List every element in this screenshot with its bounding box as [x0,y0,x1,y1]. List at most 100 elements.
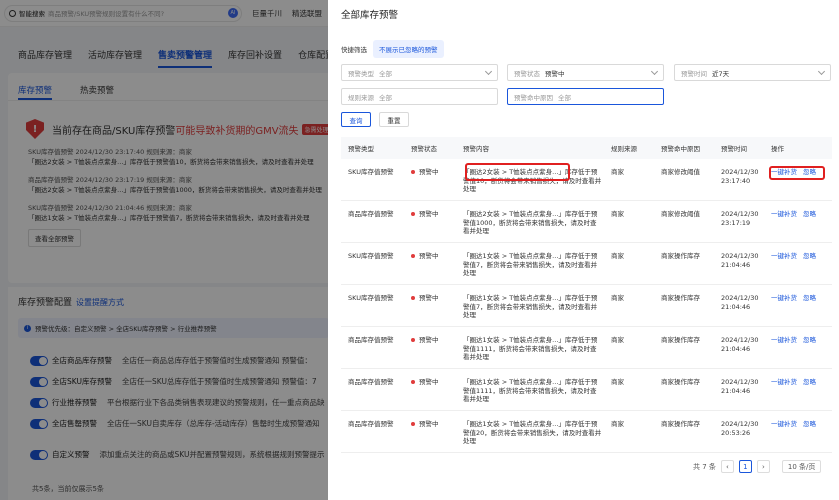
table-row: 商品库存值预警 预警中 「圈达1女装 > T恤装点点紫身...」库存低于预警值1… [341,327,832,369]
field-label: 预警类型 [348,69,374,78]
pager-total: 共 7 条 [693,462,716,471]
cell-content: 「圈达1女装 > T恤装点点紫身...」库存低于预警值1111，断货将会带来销售… [463,336,598,361]
cell-type: SKU库存值预警 [348,252,394,260]
cell-status: 预警中 [411,159,463,200]
all-warnings-drawer: 全部库存预警 快捷筛选 不展示已忽略的预警 预警类型 全部 预警状态 预警中 预… [328,0,839,500]
ignore-link[interactable]: 忽略 [803,378,816,386]
cell-source: 商家 [611,210,624,218]
modal-overlay[interactable] [0,0,328,500]
restock-link[interactable]: 一键补货 [771,210,797,218]
status-text: 预警中 [419,168,439,176]
field-value: 预警中 [545,69,565,78]
cell-reason: 商家操作库存 [661,252,700,260]
field-value: 全部 [379,93,392,102]
cell-reason: 商家修改阈值 [661,168,700,176]
ignore-link[interactable]: 忽略 [803,336,816,344]
pagination: 共 7 条 ‹ 1 › 10 条/页 [693,460,822,473]
status-dot [411,296,415,300]
restock-link[interactable]: 一键补货 [771,294,797,302]
status-text: 预警中 [419,252,439,260]
ignore-link[interactable]: 忽略 [803,420,816,428]
reset-button[interactable]: 重置 [379,112,409,127]
cell-reason: 商家操作库存 [661,420,700,428]
page-size-select[interactable]: 10 条/页 [781,460,822,473]
cell-actions: 一键补货 忽略 [771,369,832,410]
cell-source: 商家 [611,378,624,386]
cell-reason: 商家操作库存 [661,336,700,344]
col-header-content: 预警内容 [463,145,489,153]
status-text: 预警中 [419,336,439,344]
cell-type: SKU库存值预警 [348,294,394,302]
table-row: SKU库存值预警 预警中 「圈达2女装 > T恤装点点紫身...」库存低于预警值… [341,159,832,201]
cell-content: 「圈达1女装 > T恤装点点紫身...」库存低于预警值7，断货将会带来销售损失，… [463,252,598,277]
quick-filter-label: 快捷筛选 [341,46,367,54]
cell-actions: 一键补货 忽略 [771,201,832,242]
hide-ignored-chip[interactable]: 不展示已忽略的预警 [373,40,444,58]
rule-source-select[interactable]: 规则来源 全部 [341,88,498,105]
table-row: SKU库存值预警 预警中 「圈达1女装 > T恤装点点紫身...」库存低于预警值… [341,243,832,285]
status-dot [411,338,415,342]
cell-time: 2024/12/30 21:04:46 [721,252,759,269]
cell-status: 预警中 [411,327,463,368]
status-text: 预警中 [419,378,439,386]
cell-content: 「圈达2女装 > T恤装点点紫身...」库存低于预警值1000，断货将会带来销售… [463,210,598,235]
quick-filter: 快捷筛选 不展示已忽略的预警 [341,40,444,58]
warnings-table: 预警类型 预警状态 预警内容 规则来源 预警命中原因 预警时间 操作 SKU库存… [341,137,832,453]
restock-link[interactable]: 一键补货 [771,378,797,386]
cell-reason: 商家修改阈值 [661,210,700,218]
status-dot [411,212,415,216]
field-label: 规则来源 [348,93,374,102]
current-page-button[interactable]: 1 [738,460,752,473]
ignore-link[interactable]: 忽略 [803,294,816,302]
cell-time: 2024/12/30 20:53:26 [721,420,759,437]
field-label: 预警命中原因 [514,93,553,102]
cell-source: 商家 [611,168,624,176]
col-header-status: 预警状态 [411,145,437,153]
cell-time: 2024/12/30 23:17:19 [721,210,759,227]
warning-time-select[interactable]: 预警时间 近7天 [674,64,831,81]
cell-type: 商品库存值预警 [348,378,394,386]
cell-reason: 商家操作库存 [661,294,700,302]
cell-status: 预警中 [411,369,463,410]
cell-type: SKU库存值预警 [348,168,394,176]
cell-actions: 一键补货 忽略 [771,285,832,326]
table-row: 商品库存值预警 预警中 「圈达1女装 > T恤装点点紫身...」库存低于预警值1… [341,369,832,411]
col-header-reason: 预警命中原因 [661,145,700,153]
highlight-box-actions [769,166,825,180]
table-row: SKU库存值预警 预警中 「圈达1女装 > T恤装点点紫身...」库存低于预警值… [341,285,832,327]
field-value: 全部 [379,69,392,78]
col-header-type: 预警类型 [348,145,374,153]
warning-type-select[interactable]: 预警类型 全部 [341,64,498,81]
hit-reason-select[interactable]: 预警命中原因 全部 [507,88,664,105]
status-dot [411,422,415,426]
cell-type: 商品库存值预警 [348,420,394,428]
status-text: 预警中 [419,210,439,218]
col-header-source: 规则来源 [611,145,637,153]
restock-link[interactable]: 一键补货 [771,336,797,344]
field-value: 全部 [558,93,571,102]
cell-content: 「圈达1女装 > T恤装点点紫身...」库存低于预警值20，断货将会带来销售损失… [463,420,602,445]
chevron-down-icon [484,67,493,75]
cell-actions: 一键补货 忽略 [771,327,832,368]
status-text: 预警中 [419,294,439,302]
table-header: 预警类型 预警状态 预警内容 规则来源 预警命中原因 预警时间 操作 [341,137,832,159]
cell-time: 2024/12/30 21:04:46 [721,294,759,311]
table-row: 商品库存值预警 预警中 「圈达2女装 > T恤装点点紫身...」库存低于预警值1… [341,201,832,243]
restock-link[interactable]: 一键补货 [771,420,797,428]
restock-link[interactable]: 一键补货 [771,252,797,260]
col-header-time: 预警时间 [721,145,747,153]
search-button[interactable]: 查询 [341,112,371,127]
cell-time: 2024/12/30 21:04:46 [721,378,759,395]
ignore-link[interactable]: 忽略 [803,252,816,260]
col-header-action: 操作 [771,145,784,153]
drawer-title: 全部库存预警 [341,10,399,21]
status-dot [411,170,415,174]
warning-status-select[interactable]: 预警状态 预警中 [507,64,664,81]
prev-page-button[interactable]: ‹ [720,460,734,473]
cell-source: 商家 [611,252,624,260]
cell-status: 预警中 [411,201,463,242]
highlight-box-content [465,163,570,181]
next-page-button[interactable]: › [756,460,770,473]
ignore-link[interactable]: 忽略 [803,210,816,218]
cell-source: 商家 [611,420,624,428]
